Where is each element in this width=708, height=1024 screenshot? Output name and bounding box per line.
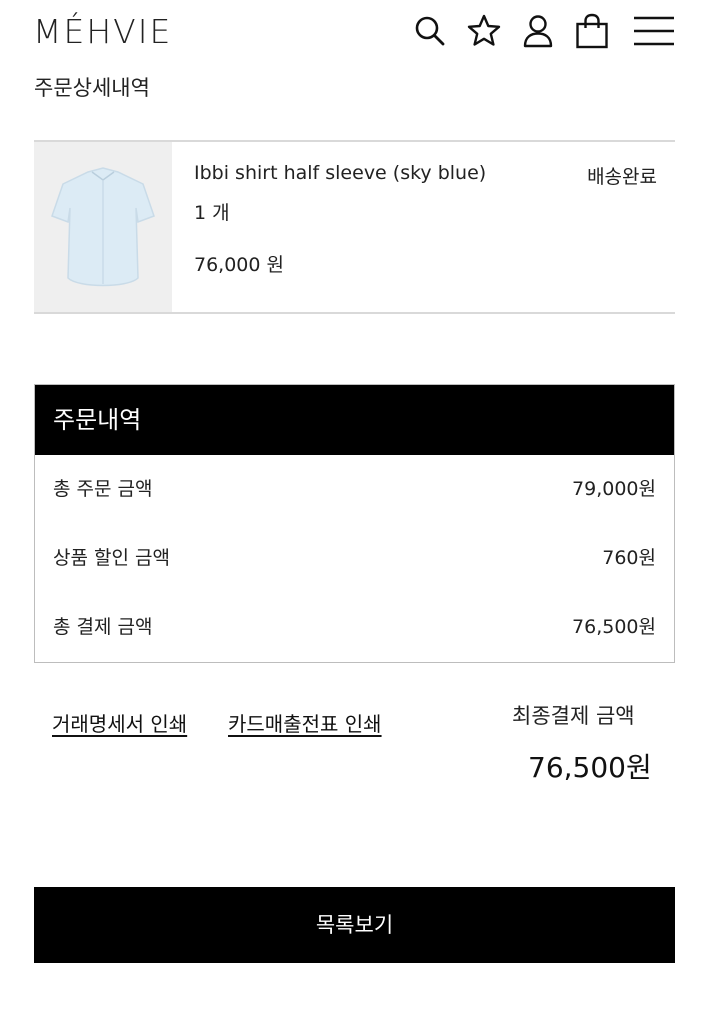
page-title: 주문상세내역 bbox=[34, 76, 150, 100]
summary-row-value: 76,500원 bbox=[572, 616, 656, 638]
summary-row-value: 760원 bbox=[602, 547, 656, 569]
star-icon[interactable] bbox=[466, 12, 502, 50]
summary-row-label: 총 결제 금액 bbox=[53, 616, 153, 638]
print-card-receipt-link[interactable]: 카드매출전표 인쇄 bbox=[228, 708, 382, 737]
top-header: MÉHVIE bbox=[0, 0, 708, 64]
summary-title: 주문내역 bbox=[35, 385, 674, 455]
menu-icon[interactable] bbox=[632, 12, 676, 50]
order-item-card: Ibbi shirt half sleeve (sky blue) 1 개 76… bbox=[34, 140, 675, 314]
order-summary: 주문내역 총 주문 금액 79,000원 상품 할인 금액 760원 총 결제 … bbox=[34, 384, 675, 663]
summary-row-total-payment: 총 결제 금액 76,500원 bbox=[35, 593, 674, 662]
summary-row-total-order: 총 주문 금액 79,000원 bbox=[35, 455, 674, 524]
user-icon[interactable] bbox=[520, 12, 556, 50]
print-statement-link[interactable]: 거래명세서 인쇄 bbox=[52, 708, 187, 737]
product-name[interactable]: Ibbi shirt half sleeve (sky blue) bbox=[194, 162, 486, 184]
search-icon[interactable] bbox=[412, 12, 448, 50]
shopping-bag-icon[interactable] bbox=[574, 12, 610, 50]
delivery-status: 배송완료 bbox=[587, 166, 657, 188]
product-thumbnail[interactable] bbox=[34, 142, 172, 312]
product-quantity: 1 개 bbox=[194, 202, 230, 224]
summary-row-label: 총 주문 금액 bbox=[53, 478, 153, 500]
shirt-image bbox=[51, 167, 155, 287]
summary-row-value: 79,000원 bbox=[572, 478, 656, 500]
final-payment-amount: 76,500원 bbox=[528, 751, 652, 784]
product-price: 76,000 원 bbox=[194, 254, 285, 276]
brand-logo[interactable]: MÉHVIE bbox=[33, 10, 172, 54]
order-detail-page: MÉHVIE 주문상세내역 Ibbi shirt half sleeve (sk… bbox=[0, 0, 708, 1024]
final-payment-label: 최종결제 금액 bbox=[512, 704, 635, 728]
summary-row-label: 상품 할인 금액 bbox=[53, 547, 170, 569]
list-button[interactable]: 목록보기 bbox=[34, 887, 675, 963]
summary-row-discount: 상품 할인 금액 760원 bbox=[35, 524, 674, 593]
